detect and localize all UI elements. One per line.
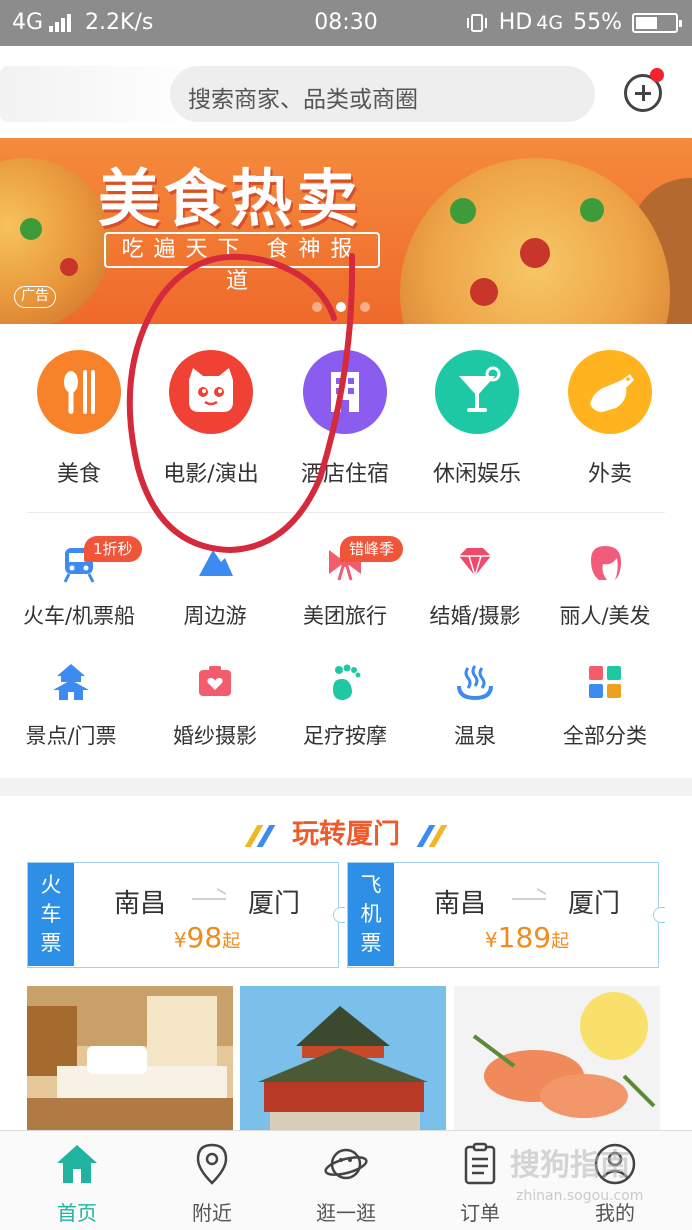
cat-face-icon — [169, 350, 253, 434]
ad-badge: 广告 — [14, 286, 56, 308]
section-gap — [0, 778, 692, 796]
nav-explore[interactable]: 逛一逛 — [277, 1131, 415, 1230]
category-label: 电影/演出 — [163, 462, 259, 487]
category-label: 休闲娱乐 — [432, 462, 521, 487]
flight-ticket-card[interactable]: 飞机票 南昌 厦门 ¥189起 — [347, 862, 665, 968]
woman-head-icon — [585, 540, 625, 580]
diamond-icon — [455, 540, 495, 580]
subcategory-label: 温泉 — [454, 724, 496, 748]
hotel-room-image[interactable] — [27, 986, 233, 1130]
camera-icon — [195, 660, 235, 700]
subcategory-label: 丽人/美发 — [559, 604, 651, 628]
subcategory-wedding[interactable]: 结婚/摄影 — [410, 540, 540, 630]
subcategory-foot-massage[interactable]: 足疗按摩 — [280, 660, 410, 750]
promo-tag: 1折秒 — [84, 536, 142, 562]
ticket-price: ¥98起 — [173, 921, 241, 954]
arrow-icon — [192, 898, 226, 900]
promo-tag: 错峰季 — [340, 536, 404, 562]
ticket-destination: 厦门 — [248, 889, 301, 919]
search-placeholder: 搜索商家、品类或商圈 — [188, 87, 418, 113]
promo-banner[interactable]: 美食热卖 吃遍天下 食神报道 广告 — [0, 138, 692, 324]
subcategory-wedding-photo[interactable]: 婚纱摄影 — [150, 660, 280, 750]
subcategory-label: 火车/机票船 — [22, 604, 136, 628]
search-row: 搜索商家、品类或商圈 — [0, 46, 692, 138]
ticket-origin: 南昌 — [114, 889, 167, 919]
subcategory-label: 美团旅行 — [303, 604, 387, 628]
category-label: 酒店住宿 — [300, 462, 389, 487]
subcategory-label: 结婚/摄影 — [429, 604, 521, 628]
subcategory-attractions[interactable]: 景点/门票 — [6, 660, 136, 750]
carousel-indicator — [312, 302, 370, 312]
palace-image[interactable] — [240, 986, 446, 1130]
category-label: 外卖 — [587, 462, 632, 487]
planet-icon — [324, 1141, 368, 1187]
category-movie[interactable]: 电影/演出 — [145, 350, 277, 488]
hd-indicator: HD — [498, 10, 533, 35]
shrimp-dish-image[interactable] — [454, 986, 660, 1130]
subcategory-all[interactable]: 全部分类 — [540, 660, 670, 750]
watermark-url: zhinan.sogou.com — [516, 1188, 644, 1204]
subcategory-label: 婚纱摄影 — [173, 724, 257, 748]
nav-label: 逛一逛 — [316, 1201, 376, 1225]
notification-dot — [650, 68, 664, 82]
banner-subtitle: 吃遍天下 食神报道 — [104, 232, 380, 294]
subcategory-nearby-travel[interactable]: 周边游 — [150, 540, 280, 630]
footprint-icon — [325, 660, 365, 700]
divider — [27, 512, 665, 513]
mountain-icon — [195, 540, 235, 580]
building-icon — [303, 350, 387, 434]
nav-nearby[interactable]: 附近 — [143, 1131, 281, 1230]
banner-title: 美食热卖 — [98, 162, 363, 235]
subcategory-label: 周边游 — [183, 604, 247, 628]
ticket-origin: 南昌 — [434, 889, 487, 919]
arrow-icon — [512, 898, 546, 900]
network-type-right: 4G — [536, 11, 564, 34]
subcategory-beauty[interactable]: 丽人/美发 — [540, 540, 670, 630]
grid-icon — [585, 660, 625, 700]
clipboard-icon — [458, 1141, 502, 1187]
subcategory-label: 足疗按摩 — [303, 724, 387, 748]
home-icon — [55, 1141, 99, 1187]
category-takeout[interactable]: 外卖 — [544, 350, 676, 488]
carousel-dot — [360, 302, 370, 312]
category-leisure[interactable]: 休闲娱乐 — [411, 350, 543, 488]
section-header: 玩转厦门 — [0, 812, 692, 851]
watermark-logo: 搜狗指南 — [510, 1148, 630, 1183]
main-category-grid: 美食 电影/演出 酒店住宿 休闲娱乐 外卖 — [0, 350, 692, 500]
section-title: 玩转厦门 — [292, 819, 400, 850]
location-pin-icon — [190, 1141, 234, 1187]
hot-spring-icon — [455, 660, 495, 701]
carousel-dot-active — [336, 302, 346, 312]
ticket-price: ¥189起 — [484, 921, 570, 954]
vibrate-icon — [466, 13, 487, 32]
search-input[interactable]: 搜索商家、品类或商圈 — [170, 66, 595, 122]
fork-knife-icon — [37, 350, 121, 434]
nav-label: 附近 — [192, 1201, 232, 1225]
nav-home[interactable]: 首页 — [8, 1131, 146, 1230]
cocktail-icon — [435, 350, 519, 434]
kangaroo-icon — [568, 350, 652, 434]
subcategory-hot-spring[interactable]: 温泉 — [410, 660, 540, 750]
subcategory-label: 全部分类 — [563, 724, 647, 748]
temple-icon — [51, 660, 91, 700]
nav-label: 首页 — [57, 1201, 97, 1225]
category-hotel[interactable]: 酒店住宿 — [279, 350, 411, 488]
carousel-dot — [312, 302, 322, 312]
battery-percent: 55% — [573, 10, 622, 35]
category-label: 美食 — [56, 462, 101, 487]
subcategory-label: 景点/门票 — [25, 724, 117, 748]
train-ticket-card[interactable]: 火车票 南昌 厦门 ¥98起 — [27, 862, 345, 968]
ticket-destination: 厦门 — [568, 889, 621, 919]
status-bar: 4G 2.2K/s 08:30 HD 4G 55% — [0, 0, 692, 46]
category-food[interactable]: 美食 — [13, 350, 145, 488]
battery-icon — [632, 12, 682, 33]
